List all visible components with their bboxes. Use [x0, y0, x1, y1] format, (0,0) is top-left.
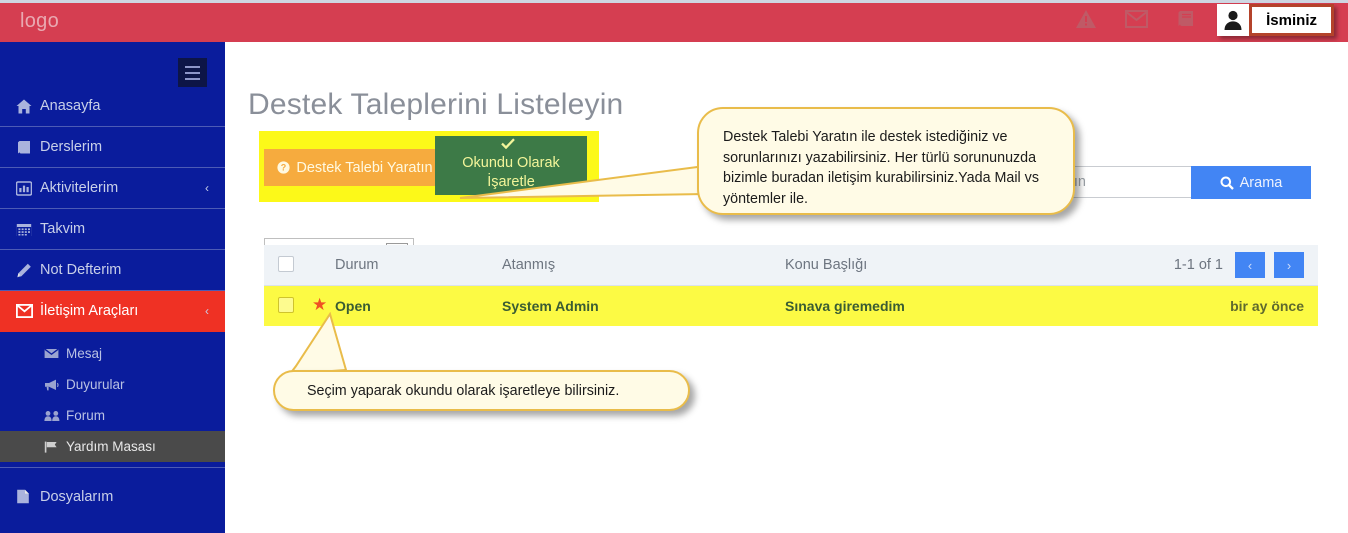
- sidebar-item-dosyalarim[interactable]: Dosyalarım: [0, 476, 225, 517]
- sidebar-item-anasayfa[interactable]: Anasayfa: [0, 86, 225, 127]
- svg-text:?: ?: [281, 163, 287, 173]
- chart-bar-icon: [16, 180, 40, 196]
- file-icon: [16, 489, 40, 504]
- home-icon: [16, 99, 40, 114]
- callout-bottom-text: Seçim yaparak okundu olarak işaretleye b…: [307, 382, 620, 399]
- select-all-checkbox[interactable]: [278, 256, 294, 272]
- pagination-count: 1-1 of 1: [1173, 257, 1223, 273]
- sidebar-subitem-label: Yardım Masası: [66, 439, 156, 454]
- warning-icon[interactable]: [1075, 9, 1097, 29]
- sidebar-item-takvim[interactable]: Takvim: [0, 209, 225, 250]
- sidebar-subitem-label: Mesaj: [66, 346, 103, 361]
- sidebar-subitem-label: Forum: [66, 408, 106, 423]
- sidebar-nav: Anasayfa Derslerim Aktivitelerim ‹ Takvi…: [0, 86, 225, 517]
- top-header-bar: logo İsminiz: [0, 0, 1348, 42]
- sidebar-item-aktivitelerim[interactable]: Aktivitelerim ‹: [0, 168, 225, 209]
- mail-icon[interactable]: [1125, 10, 1148, 28]
- sidebar-subitem-duyurular[interactable]: Duyurular: [0, 369, 225, 400]
- table-header: Durum Atanmış Konu Başlığı 1-1 of 1 ‹ ›: [264, 245, 1318, 286]
- chevron-left-icon: ‹: [205, 181, 209, 195]
- username-label[interactable]: İsminiz: [1249, 4, 1334, 36]
- pagination-next-button[interactable]: ›: [1274, 252, 1304, 278]
- page-title: Destek Taleplerini Listeleyin: [248, 88, 624, 122]
- callout-main-text: Destek Talebi Yaratın ile destek istediğ…: [723, 129, 1039, 208]
- check-icon: [501, 138, 515, 150]
- header-top-strip: [0, 0, 1348, 3]
- envelope-icon: [16, 304, 40, 318]
- sidebar-item-derslerim[interactable]: Derslerim: [0, 127, 225, 168]
- mark-as-read-label: Okundu Olarak İşaretle: [462, 154, 560, 191]
- sidebar-subitem-mesaj[interactable]: Mesaj: [0, 338, 225, 369]
- sidebar-item-label: Not Defterim: [40, 262, 122, 278]
- chevron-left-icon: ‹: [205, 304, 209, 318]
- sidebar-item-label: Takvim: [40, 221, 86, 237]
- column-header-atanmis[interactable]: Atanmış: [502, 257, 555, 273]
- book-icon: [16, 140, 40, 155]
- hamburger-line: [185, 71, 200, 74]
- pagination: 1-1 of 1 ‹ ›: [1174, 252, 1304, 278]
- hamburger-line: [185, 65, 200, 68]
- callout-bottom: Seçim yaparak okundu olarak işaretleye b…: [273, 370, 690, 411]
- row-subject[interactable]: Sınava giremedim: [785, 298, 905, 314]
- hamburger-line: [185, 77, 200, 80]
- sidebar-subitem-label: Duyurular: [66, 377, 125, 392]
- sidebar-item-iletisim-araclari[interactable]: İletişim Araçları ‹: [0, 291, 225, 332]
- search-button-label: Arama: [1239, 174, 1283, 191]
- menu-toggle-icon[interactable]: [178, 58, 207, 87]
- calendar-icon: [16, 222, 40, 237]
- row-select-checkbox[interactable]: [278, 297, 294, 313]
- callout-main: Destek Talebi Yaratın ile destek istediğ…: [697, 107, 1075, 215]
- header-icon-group: [1075, 9, 1196, 29]
- row-assigned: System Admin: [502, 298, 599, 314]
- logo[interactable]: logo: [20, 10, 59, 33]
- sidebar-subitem-forum[interactable]: Forum: [0, 400, 225, 431]
- sidebar-item-label: Aktivitelerim: [40, 180, 119, 196]
- envelope-icon: [44, 348, 66, 359]
- column-header-konu-basligi[interactable]: Konu Başlığı: [785, 257, 867, 273]
- sidebar-item-label: Derslerim: [40, 139, 103, 155]
- pencil-icon: [16, 263, 40, 278]
- application-window: logo İsminiz Anasayfa Derslerim Aktivite…: [0, 0, 1348, 533]
- pagination-prev-button[interactable]: ‹: [1235, 252, 1265, 278]
- row-time: bir ay önce: [1230, 298, 1304, 314]
- sidebar-subitem-yardim-masasi[interactable]: Yardım Masası: [0, 431, 225, 462]
- avatar: [1217, 4, 1250, 36]
- create-ticket-button[interactable]: ? Destek Talebi Yaratın: [264, 149, 446, 186]
- create-ticket-label: Destek Talebi Yaratın: [296, 159, 433, 176]
- megaphone-icon: [44, 379, 66, 391]
- question-circle-icon: ?: [277, 161, 290, 174]
- sidebar-item-label: Anasayfa: [40, 98, 101, 114]
- sidebar-submenu: Mesaj Duyurular Forum Yardım Masası: [0, 332, 225, 462]
- flag-icon: [44, 441, 66, 453]
- row-status: Open: [335, 298, 371, 314]
- sidebar: Anasayfa Derslerim Aktivitelerim ‹ Takvi…: [0, 42, 225, 533]
- sidebar-item-label: Dosyalarım: [40, 488, 114, 505]
- star-icon[interactable]: ★: [312, 295, 327, 315]
- mark-as-read-button[interactable]: Okundu Olarak İşaretle: [435, 136, 587, 195]
- search-button[interactable]: Arama: [1191, 166, 1311, 199]
- book-icon[interactable]: [1176, 9, 1196, 29]
- sidebar-item-not-defterim[interactable]: Not Defterim: [0, 250, 225, 291]
- column-header-durum[interactable]: Durum: [335, 257, 379, 273]
- sidebar-divider: [0, 467, 225, 468]
- sidebar-item-label: İletişim Araçları: [40, 303, 139, 319]
- table-row[interactable]: ★ Open System Admin Sınava giremedim bir…: [264, 286, 1318, 326]
- user-menu[interactable]: İsminiz: [1217, 4, 1334, 36]
- search-icon: [1220, 176, 1234, 190]
- users-icon: [44, 410, 66, 422]
